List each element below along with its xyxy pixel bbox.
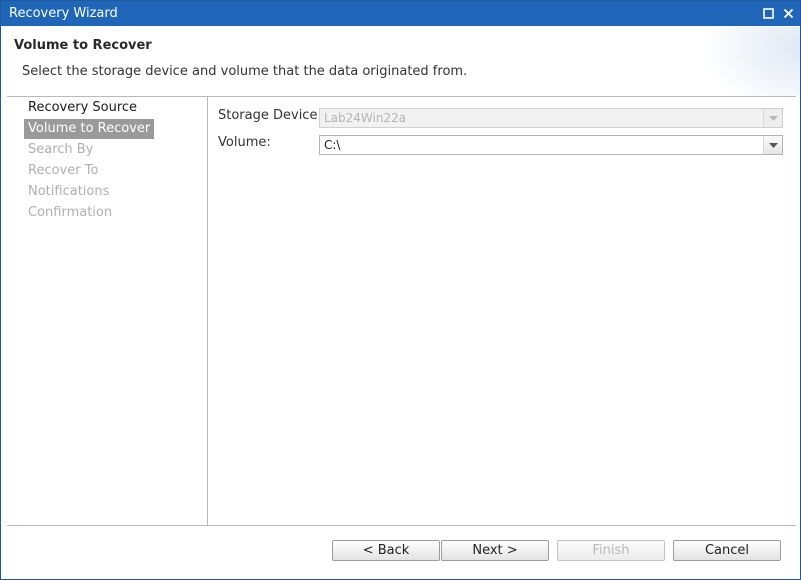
volume-dropdown[interactable]: C:\	[319, 135, 783, 155]
finish-button: Finish	[557, 540, 665, 561]
maximize-icon[interactable]	[760, 6, 776, 22]
nav-step-volume-to-recover[interactable]: Volume to Recover	[24, 119, 155, 139]
wizard-steps-nav: Recovery Source Volume to Recover Search…	[7, 97, 208, 525]
title-bar: Recovery Wizard	[1, 1, 800, 26]
wizard-content: Storage Device: Lab24Win22a Volume: C:\	[208, 97, 796, 525]
nav-step-recover-to: Recover To	[28, 163, 99, 178]
chevron-down-icon[interactable]	[763, 136, 782, 154]
page-title: Volume to Recover	[14, 38, 152, 53]
window-title: Recovery Wizard	[9, 6, 118, 21]
storage-device-label: Storage Device:	[218, 108, 322, 123]
storage-device-value: Lab24Win22a	[324, 111, 407, 125]
wizard-header: Volume to Recover Select the storage dev…	[1, 27, 800, 96]
nav-step-recovery-source[interactable]: Recovery Source	[24, 98, 141, 118]
close-icon[interactable]	[780, 6, 796, 22]
nav-step-confirmation: Confirmation	[28, 205, 113, 220]
storage-device-dropdown: Lab24Win22a	[319, 108, 783, 128]
cancel-button[interactable]: Cancel	[673, 540, 781, 561]
next-button[interactable]: Next >	[441, 540, 549, 561]
header-decoration	[700, 27, 800, 96]
page-description: Select the storage device and volume tha…	[22, 64, 468, 79]
volume-value: C:\	[324, 138, 341, 152]
back-button[interactable]: < Back	[332, 540, 440, 561]
volume-label: Volume:	[218, 135, 271, 150]
recovery-wizard-window: Recovery Wizard Volume to Recover Select…	[0, 0, 801, 580]
footer-divider	[7, 525, 796, 526]
nav-step-search-by: Search By	[28, 142, 94, 157]
nav-step-notifications: Notifications	[28, 184, 110, 199]
chevron-down-icon	[763, 109, 782, 127]
